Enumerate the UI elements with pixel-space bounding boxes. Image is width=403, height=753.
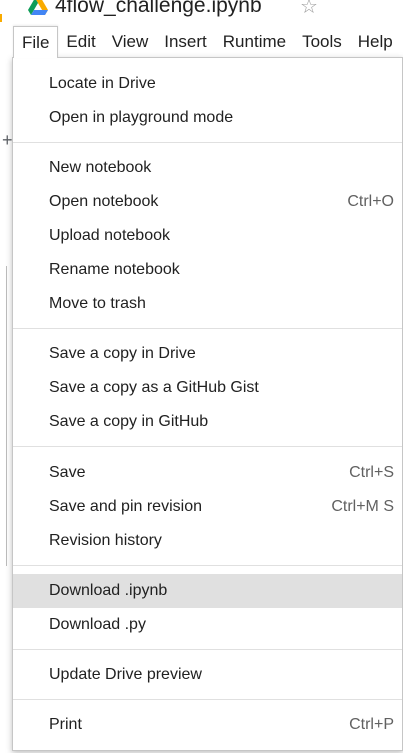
menu-item-shortcut: Ctrl+P bbox=[349, 716, 394, 733]
menu-divider bbox=[13, 142, 402, 143]
menu-runtime[interactable]: Runtime bbox=[215, 26, 294, 58]
menubar: File Edit View Insert Runtime Tools Help bbox=[0, 26, 403, 58]
menu-item-save-copy-gist[interactable]: Save a copy as a GitHub Gist bbox=[13, 371, 402, 405]
menu-divider bbox=[13, 649, 402, 650]
menu-item-label: Download .py bbox=[49, 616, 146, 633]
menu-item-label: Revision history bbox=[49, 532, 162, 549]
menu-item-label: Locate in Drive bbox=[49, 75, 156, 92]
plus-icon[interactable]: + bbox=[2, 130, 13, 151]
menu-item-shortcut: Ctrl+O bbox=[347, 193, 394, 210]
menu-item-save-copy-drive[interactable]: Save a copy in Drive bbox=[13, 337, 402, 371]
menu-item-open-notebook[interactable]: Open notebook Ctrl+O bbox=[13, 185, 402, 219]
menu-item-label: Upload notebook bbox=[49, 227, 170, 244]
menu-item-revision-history[interactable]: Revision history bbox=[13, 524, 402, 558]
menu-item-label: Save bbox=[49, 464, 86, 481]
cell-border bbox=[6, 266, 7, 566]
menu-item-locate-in-drive[interactable]: Locate in Drive bbox=[13, 67, 402, 101]
menu-item-label: Update Drive preview bbox=[49, 666, 202, 683]
menu-file[interactable]: File bbox=[13, 26, 59, 58]
menu-item-label: Download .ipynb bbox=[49, 582, 168, 599]
menu-item-label: Open notebook bbox=[49, 193, 159, 210]
menu-item-print[interactable]: Print Ctrl+P bbox=[13, 708, 402, 742]
google-drive-icon[interactable] bbox=[28, 0, 48, 16]
menu-item-label: Open in playground mode bbox=[49, 109, 234, 126]
menu-item-shortcut: Ctrl+S bbox=[349, 464, 394, 481]
menu-tools[interactable]: Tools bbox=[294, 26, 350, 58]
menu-view[interactable]: View bbox=[104, 26, 157, 58]
menu-divider bbox=[13, 565, 402, 566]
menu-item-save-and-pin[interactable]: Save and pin revision Ctrl+M S bbox=[13, 490, 402, 524]
menu-item-label: Save a copy in GitHub bbox=[49, 413, 209, 430]
menu-item-label: Save a copy as a GitHub Gist bbox=[49, 379, 259, 396]
menu-item-move-to-trash[interactable]: Move to trash bbox=[13, 287, 402, 321]
menu-item-shortcut: Ctrl+M S bbox=[331, 498, 394, 515]
star-outline-icon[interactable]: ☆ bbox=[300, 0, 318, 19]
menu-item-label: New notebook bbox=[49, 159, 152, 176]
menu-item-update-drive-preview[interactable]: Update Drive preview bbox=[13, 658, 402, 692]
menu-divider bbox=[13, 328, 402, 329]
notebook-background: + bbox=[0, 58, 13, 753]
menu-help[interactable]: Help bbox=[350, 26, 401, 58]
menu-item-download-py[interactable]: Download .py bbox=[13, 608, 402, 642]
menu-item-new-notebook[interactable]: New notebook bbox=[13, 151, 402, 185]
menu-item-save[interactable]: Save Ctrl+S bbox=[13, 456, 402, 490]
colab-logo-fragment bbox=[0, 14, 2, 22]
menu-item-label: Move to trash bbox=[49, 295, 146, 312]
menu-item-open-playground[interactable]: Open in playground mode bbox=[13, 101, 402, 135]
menu-item-label: Save and pin revision bbox=[49, 498, 202, 515]
menu-item-label: Save a copy in Drive bbox=[49, 345, 196, 362]
menu-item-upload-notebook[interactable]: Upload notebook bbox=[13, 219, 402, 253]
menu-insert[interactable]: Insert bbox=[156, 26, 215, 58]
menu-divider bbox=[13, 446, 402, 447]
menu-item-label: Rename notebook bbox=[49, 261, 180, 278]
menu-item-label: Print bbox=[49, 716, 82, 733]
menu-edit[interactable]: Edit bbox=[58, 26, 103, 58]
app-header: 4flow_challenge.ipynb ☆ File Edit View I… bbox=[0, 0, 403, 58]
file-menu-dropdown: Locate in Drive Open in playground mode … bbox=[12, 57, 403, 751]
menu-item-save-copy-github[interactable]: Save a copy in GitHub bbox=[13, 405, 402, 439]
menu-item-download-ipynb[interactable]: Download .ipynb bbox=[13, 574, 402, 608]
notebook-title[interactable]: 4flow_challenge.ipynb bbox=[55, 0, 262, 18]
menu-divider bbox=[13, 699, 402, 700]
menu-item-rename-notebook[interactable]: Rename notebook bbox=[13, 253, 402, 287]
